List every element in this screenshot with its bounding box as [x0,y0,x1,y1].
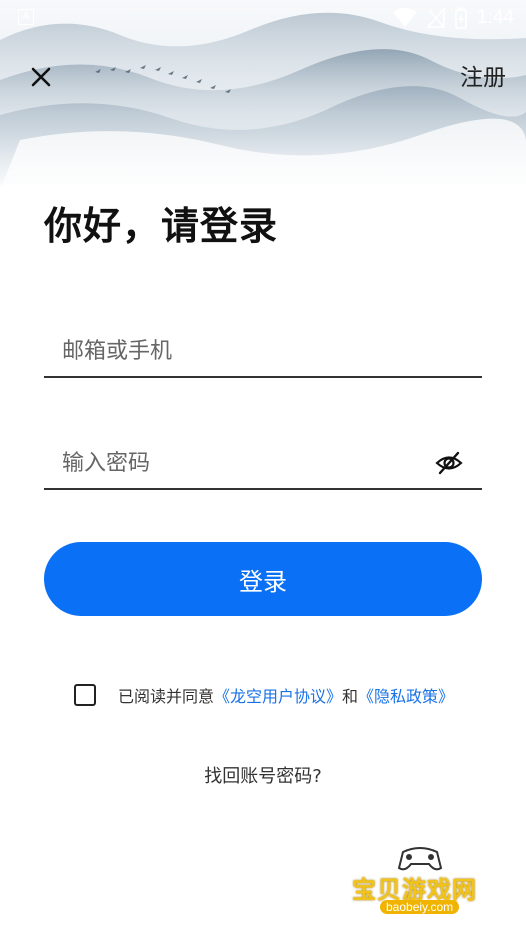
login-button[interactable]: 登录 [44,542,482,616]
status-right-group: 1:44 [393,4,514,32]
status-time: 1:44 [477,7,514,28]
privacy-policy-link[interactable]: 《隐私政策》 [358,683,454,707]
password-field [44,436,482,490]
agreement-conjunction: 和 [342,687,359,706]
forgot-password-link[interactable]: 找回账号密码? [0,762,526,788]
close-icon [31,67,51,87]
no-signal-icon [427,8,445,28]
eye-off-icon[interactable] [434,448,464,478]
agreement-row: 已阅读并同意 《龙空用户协议》 和 《隐私政策》 [74,680,454,710]
agreement-checkbox[interactable] [74,684,96,706]
account-field [44,324,482,378]
account-input[interactable] [44,324,424,378]
agreement-prefix: 已阅读并同意 [118,687,215,706]
battery-charging-icon [455,7,467,29]
wifi-icon [393,8,418,27]
register-link[interactable]: 注册 [460,60,506,96]
page-title: 你好，请登录 [44,203,279,248]
status-bar: A 1:44 [0,0,526,36]
notification-a-icon: A [18,9,34,25]
watermark-url: baobeiy.com [380,900,460,914]
password-input[interactable] [44,436,424,490]
user-agreement-link[interactable]: 《龙空用户协议》 [214,683,342,707]
site-watermark: 宝贝游戏网 baobeiy.com [340,842,500,922]
close-button[interactable] [24,60,58,94]
